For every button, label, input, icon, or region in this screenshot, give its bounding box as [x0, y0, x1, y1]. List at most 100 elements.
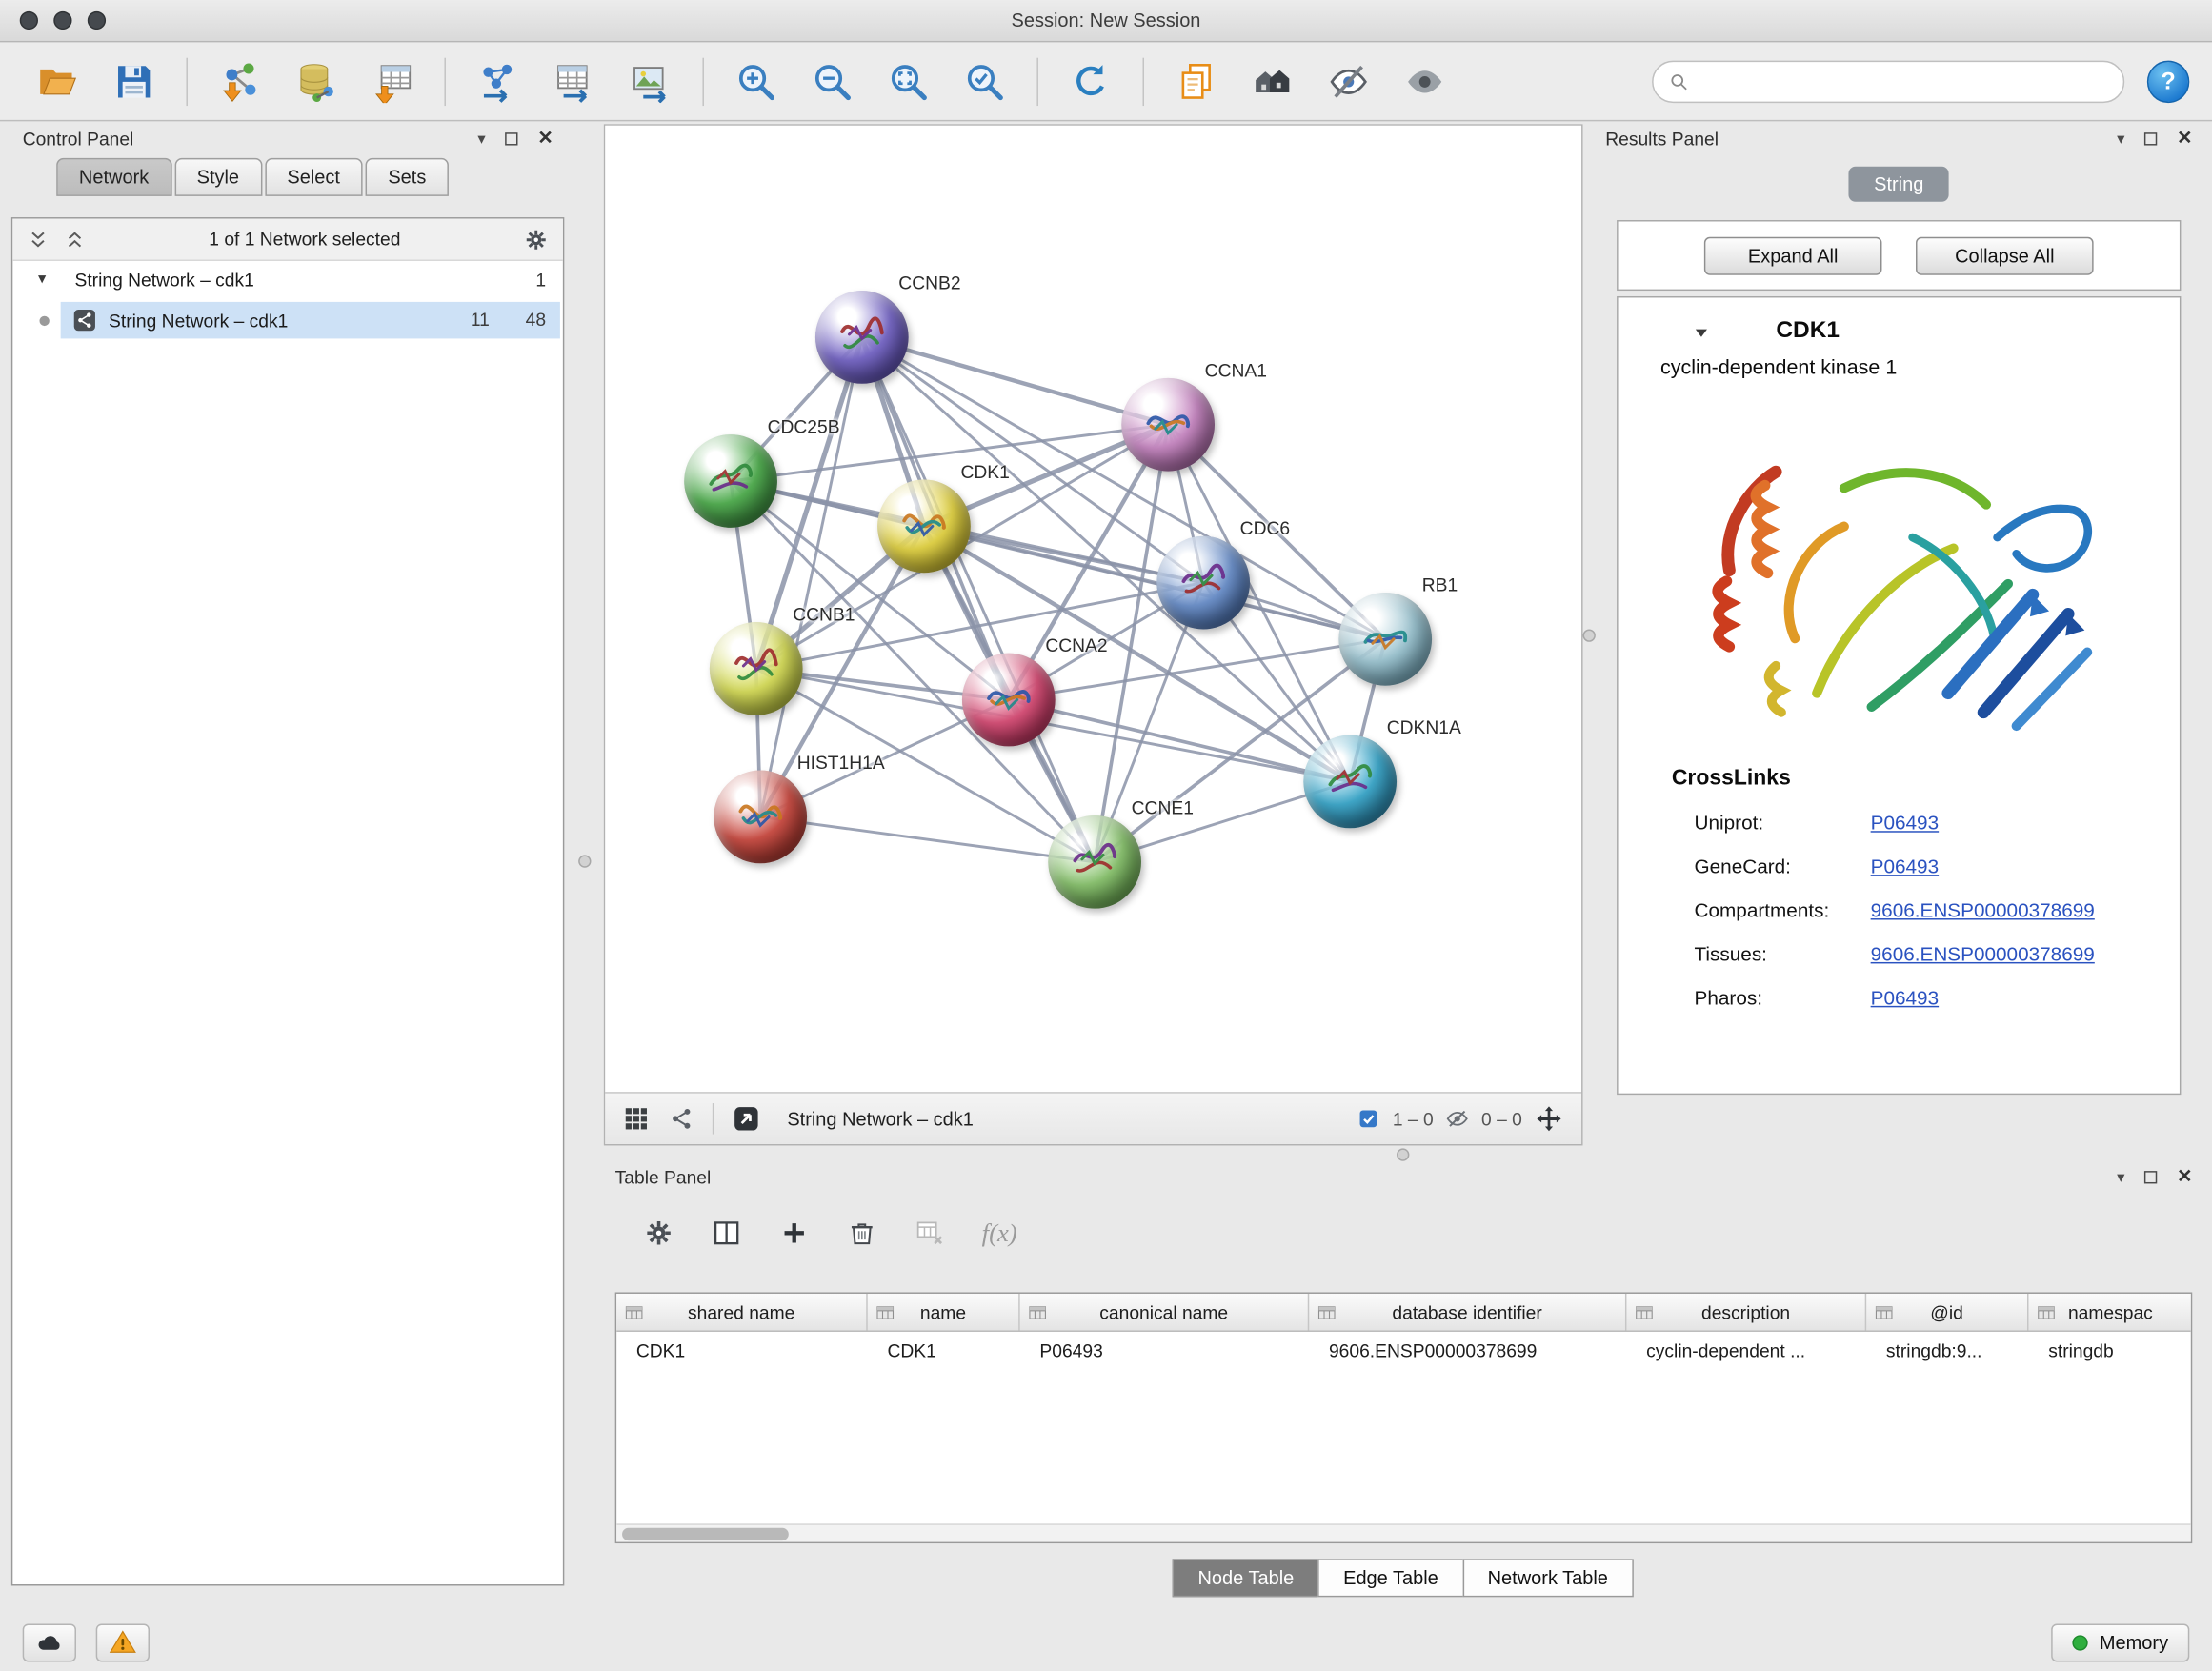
network-node-ccna1[interactable] [1121, 378, 1215, 472]
maximize-window-button[interactable] [88, 11, 106, 30]
copy-button[interactable] [1161, 50, 1232, 112]
birdseye-view-icon[interactable] [667, 1105, 695, 1134]
column-header-namespac[interactable]: namespac [2028, 1294, 2192, 1331]
network-tree-item[interactable]: ▾String Network – cdk11 [12, 261, 563, 300]
results-panel-float-icon[interactable] [2144, 131, 2157, 144]
network-node-cdk1[interactable] [877, 479, 971, 573]
open-session-button[interactable] [23, 50, 93, 112]
export-image-button[interactable] [615, 50, 686, 112]
column-header-canonical-name[interactable]: canonical name [1020, 1294, 1310, 1331]
expand-all-networks-icon[interactable] [27, 228, 50, 251]
search-box[interactable] [1652, 60, 2124, 102]
export-table-button[interactable] [539, 50, 610, 112]
tab-node-table[interactable]: Node Table [1173, 1559, 1319, 1597]
crosslink-compartments-link[interactable]: 9606.ENSP00000378699 [1871, 898, 2095, 921]
save-session-button[interactable] [99, 50, 170, 112]
network-node-cdkn1a[interactable] [1303, 735, 1397, 829]
table-toolbar: f(x) [604, 1197, 1056, 1270]
tab-sets[interactable]: Sets [366, 158, 449, 196]
collapse-all-button[interactable]: Collapse All [1916, 236, 2094, 274]
cloud-button[interactable] [23, 1623, 76, 1661]
zoom-fit-button[interactable] [874, 50, 944, 112]
crosslink-tissues-link[interactable]: 9606.ENSP00000378699 [1871, 941, 2095, 964]
scrollbar-thumb[interactable] [622, 1528, 789, 1540]
expand-triangle-icon[interactable]: ▾ [38, 270, 46, 288]
grid-icon[interactable] [622, 1105, 651, 1134]
network-options-gear-icon[interactable] [523, 227, 549, 252]
tab-edge-table[interactable]: Edge Table [1317, 1559, 1463, 1597]
network-tree-item[interactable]: String Network – cdk11148 [12, 300, 563, 339]
table-row[interactable]: CDK1CDK1P064939606.ENSP00000378699cyclin… [616, 1332, 2191, 1369]
import-network-database-button[interactable] [281, 50, 352, 112]
table-options-gear-icon[interactable] [643, 1218, 674, 1249]
network-node-ccnb2[interactable] [815, 291, 909, 384]
crosslink-pharos-link[interactable]: P06493 [1871, 985, 1939, 1008]
import-table-button[interactable] [357, 50, 428, 112]
function-builder-icon[interactable]: f(x) [982, 1218, 1017, 1248]
collapse-all-networks-icon[interactable] [64, 228, 87, 251]
memory-button[interactable]: Memory [2052, 1623, 2190, 1661]
annotation-eye-button[interactable] [1314, 50, 1384, 112]
open-in-window-icon[interactable] [731, 1103, 762, 1135]
network-canvas[interactable]: CCNB2CCNA1CDC25BCDK1CDC6RB1CCNB1CCNA2CDK… [605, 126, 1581, 1092]
close-window-button[interactable] [20, 11, 38, 30]
collapse-section-icon[interactable] [1692, 323, 1712, 343]
tab-network[interactable]: Network [56, 158, 171, 196]
network-node-rb1[interactable] [1338, 593, 1432, 686]
window-title: Session: New Session [1012, 10, 1201, 30]
horizontal-scrollbar[interactable] [616, 1523, 2191, 1541]
expand-all-button[interactable]: Expand All [1704, 236, 1882, 274]
crosslink-uniprot-link[interactable]: P06493 [1871, 811, 1939, 834]
splitter-handle[interactable] [1397, 1148, 1409, 1160]
network-edge[interactable] [862, 337, 1168, 425]
control-panel-float-icon[interactable] [505, 131, 517, 144]
network-node-hist1h1a[interactable] [714, 771, 807, 864]
results-panel-collapse-icon[interactable]: ▾ [2117, 129, 2124, 147]
tab-select[interactable]: Select [265, 158, 363, 196]
table-panel-close-icon[interactable]: ✕ [2177, 1165, 2192, 1188]
show-columns-icon[interactable] [711, 1218, 742, 1249]
home-button[interactable] [1237, 50, 1308, 112]
refresh-button[interactable] [1056, 50, 1126, 112]
show-graphics-button[interactable] [1390, 50, 1460, 112]
warnings-button[interactable] [96, 1623, 150, 1661]
crosslink-genecard-link[interactable]: P06493 [1871, 855, 1939, 877]
search-input[interactable] [1699, 70, 2109, 91]
column-header-database-identifier[interactable]: database identifier [1309, 1294, 1626, 1331]
delete-column-icon[interactable] [847, 1218, 878, 1249]
selected-checkbox-icon[interactable] [1356, 1106, 1381, 1132]
network-node-ccne1[interactable] [1048, 815, 1141, 909]
network-edge[interactable] [760, 816, 1095, 861]
tab-style[interactable]: Style [174, 158, 262, 196]
move-icon[interactable] [1534, 1103, 1565, 1135]
minimize-window-button[interactable] [53, 11, 71, 30]
zoom-selected-button[interactable] [950, 50, 1020, 112]
hidden-eye-icon[interactable] [1445, 1106, 1471, 1132]
control-panel-collapse-icon[interactable]: ▾ [477, 129, 485, 147]
import-network-button[interactable] [205, 50, 275, 112]
results-panel-close-icon[interactable]: ✕ [2177, 127, 2192, 150]
zoom-in-button[interactable] [721, 50, 792, 112]
table-panel-collapse-icon[interactable]: ▾ [2117, 1167, 2124, 1185]
control-panel-close-icon[interactable]: ✕ [537, 127, 553, 150]
network-edge[interactable] [862, 337, 1095, 862]
splitter-handle[interactable] [578, 855, 591, 867]
network-edge[interactable] [760, 337, 862, 816]
column-header-shared-name[interactable]: shared name [616, 1294, 868, 1331]
table-panel-float-icon[interactable] [2144, 1170, 2157, 1182]
splitter-handle[interactable] [1583, 629, 1596, 641]
network-node-ccna2[interactable] [962, 654, 1056, 747]
tab-string[interactable]: String [1848, 167, 1949, 202]
network-node-ccnb1[interactable] [710, 622, 803, 715]
column-header--id[interactable]: @id [1866, 1294, 2028, 1331]
column-header-icon [1635, 1303, 1653, 1321]
add-column-icon[interactable] [778, 1218, 810, 1249]
tab-network-table[interactable]: Network Table [1462, 1559, 1634, 1597]
help-button[interactable]: ? [2147, 60, 2189, 102]
column-header-name[interactable]: name [868, 1294, 1020, 1331]
network-node-cdc6[interactable] [1156, 536, 1250, 630]
zoom-out-button[interactable] [797, 50, 868, 112]
column-header-description[interactable]: description [1626, 1294, 1866, 1331]
network-node-cdc25b[interactable] [684, 434, 777, 528]
export-network-button[interactable] [463, 50, 533, 112]
